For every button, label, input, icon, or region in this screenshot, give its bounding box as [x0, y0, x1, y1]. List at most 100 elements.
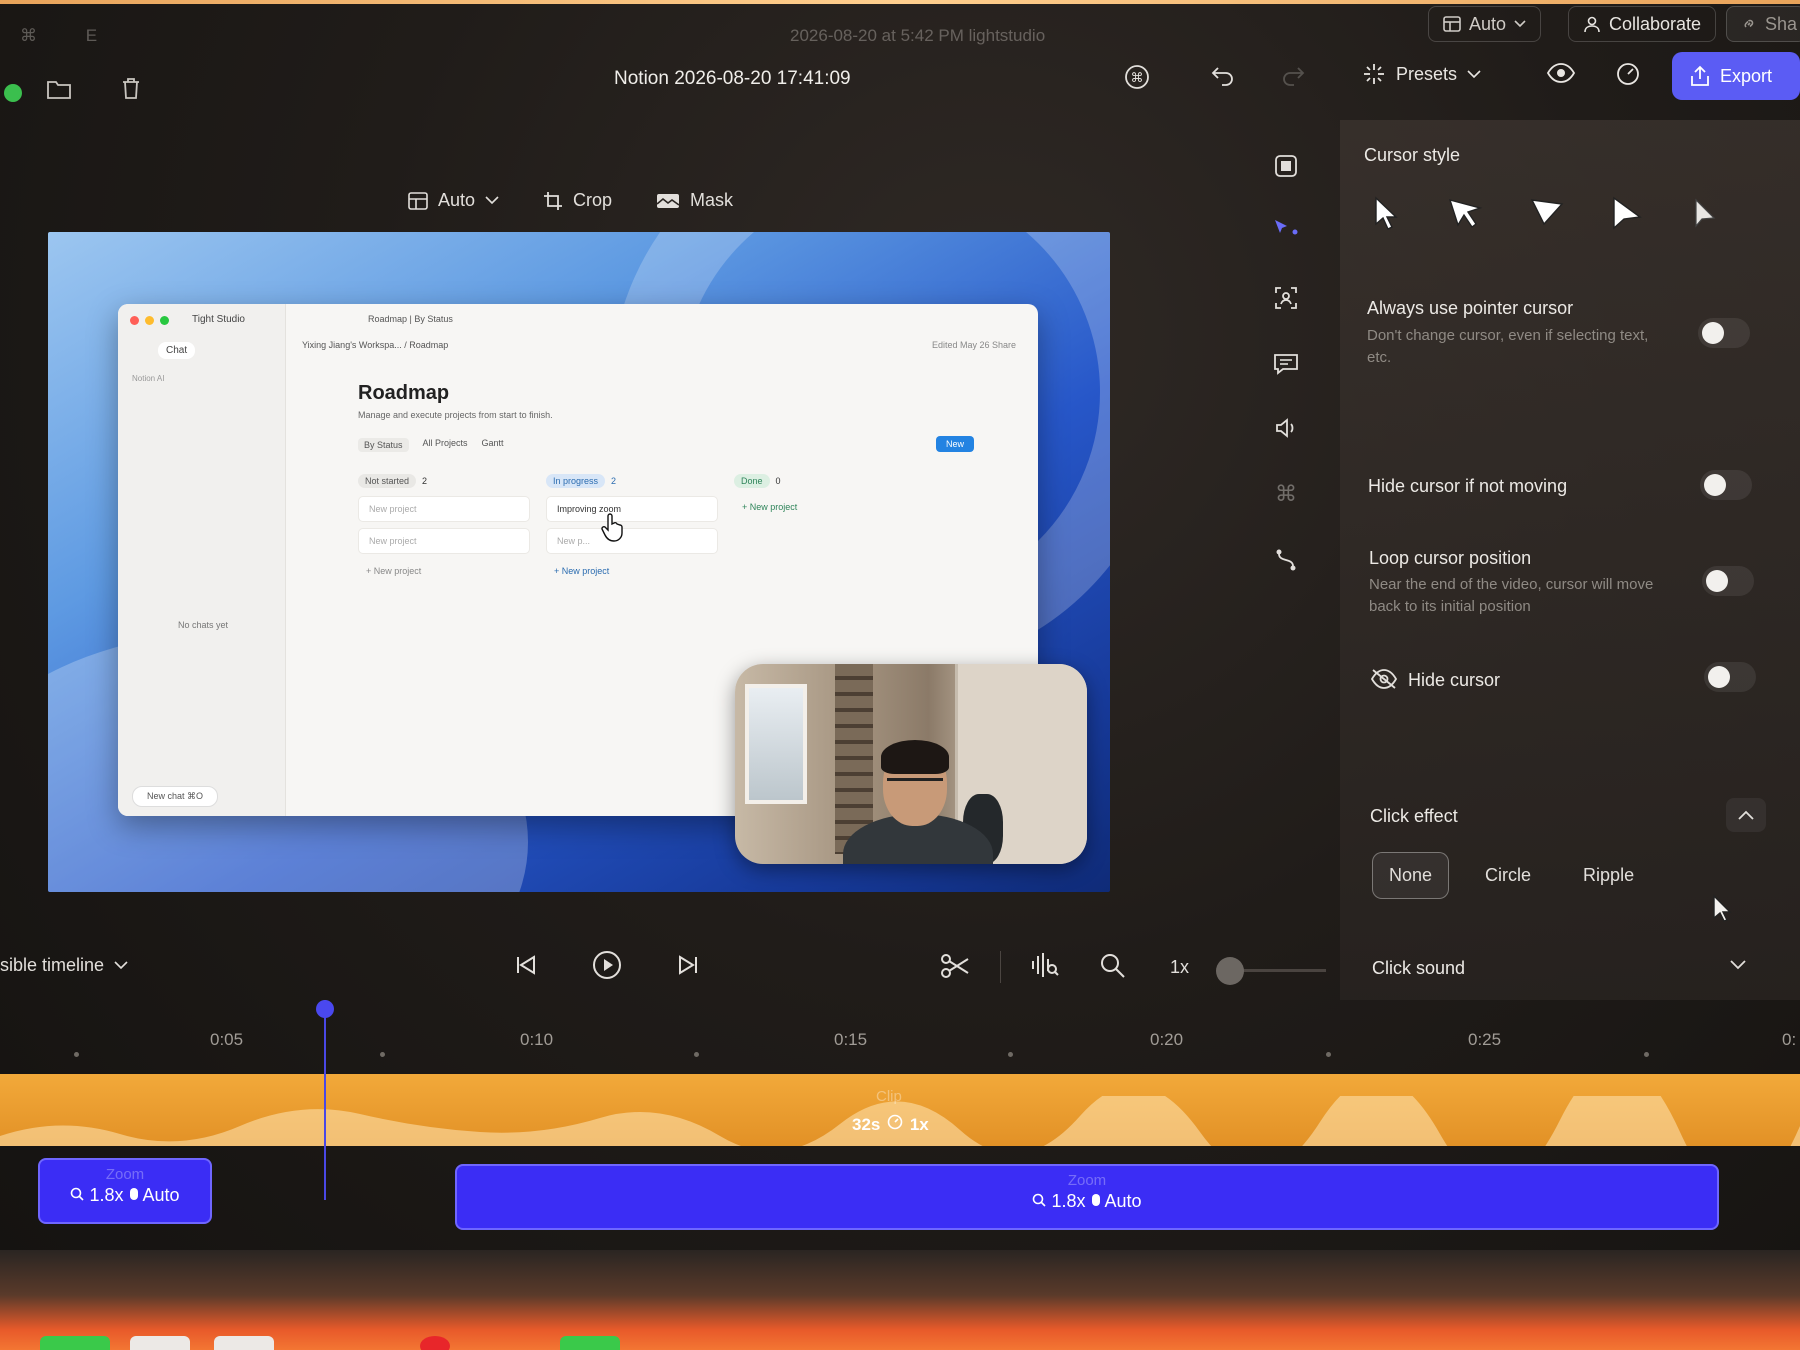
zoom-mode: Auto [142, 1185, 180, 1205]
clip-info: 32s 1x [852, 1114, 929, 1135]
command-key-icon[interactable]: ⌘ [1268, 476, 1304, 512]
roadmap-subtitle: Manage and execute projects from start t… [358, 410, 553, 420]
caption-icon[interactable] [1268, 346, 1304, 382]
presets-dropdown[interactable]: Presets [1362, 62, 1481, 86]
slider-knob[interactable] [1216, 957, 1244, 985]
app-tab-title: Roadmap | By Status [368, 314, 453, 324]
app-sidebar: Tight Studio Chat Notion AI No chats yet… [118, 304, 286, 816]
click-sound-heading: Click sound [1372, 958, 1466, 978]
magnifier-icon [70, 1187, 85, 1201]
redo-icon[interactable] [1280, 64, 1306, 88]
zoom-search-icon[interactable] [1100, 953, 1126, 979]
cursor-icon[interactable] [1268, 212, 1304, 248]
cursor-option-arrow-icon[interactable] [1372, 196, 1402, 232]
playback-speed[interactable]: 1x [1170, 957, 1189, 978]
chevron-down-icon [114, 961, 128, 970]
eye-icon[interactable] [1546, 62, 1576, 84]
column-name: Done [734, 474, 770, 488]
face-frame-icon[interactable] [1268, 280, 1304, 316]
visible-timeline-dropdown[interactable]: sible timeline [0, 955, 128, 976]
webcam-window [745, 684, 807, 804]
cursor-style-options [1372, 196, 1720, 232]
zoom-scale: 1.8x [89, 1185, 124, 1205]
export-button[interactable]: Export [1672, 52, 1800, 100]
aspect-auto-label: Auto [438, 190, 476, 210]
video-preview[interactable]: Tight Studio Chat Notion AI No chats yet… [48, 232, 1110, 892]
clip-speed: 1x [909, 1115, 929, 1134]
crop-label: Crop [573, 190, 613, 210]
edit-tools-bar: Auto Crop Mask [408, 190, 733, 211]
zoom-scale: 1.8x [1051, 1191, 1086, 1211]
effect-option-ripple[interactable]: Ripple [1567, 853, 1650, 898]
presets-label: Presets [1396, 63, 1458, 84]
path-icon[interactable] [1268, 542, 1304, 578]
folder-icon[interactable] [46, 78, 72, 100]
cursor-option-tilted-icon[interactable] [1448, 196, 1484, 232]
timeline-zoom-slider[interactable] [1216, 955, 1326, 985]
playhead-line[interactable] [324, 1000, 326, 1200]
webcam-person-glasses [887, 778, 943, 788]
skip-back-icon[interactable] [514, 953, 538, 977]
share-label: Sha [1765, 13, 1798, 34]
trash-icon[interactable] [120, 76, 142, 100]
board-column: Done 0 + New project [734, 474, 906, 518]
screen: ⌘ E 2026-08-20 at 5:42 PM lightstudio Au… [0, 0, 1800, 1350]
playhead-handle[interactable] [316, 1000, 334, 1018]
ruler-tick: 0:10 [520, 1030, 554, 1049]
crop-icon [543, 191, 563, 211]
crop-button[interactable]: Crop [543, 190, 612, 211]
always-pointer-toggle[interactable] [1698, 318, 1750, 348]
scissors-icon[interactable] [940, 953, 970, 979]
mask-icon [656, 192, 680, 210]
layout-icon [1443, 16, 1461, 32]
ruler-tick: 0:15 [834, 1030, 868, 1049]
no-chats-text: No chats yet [178, 620, 229, 630]
collaborate-button[interactable]: Collaborate [1568, 6, 1717, 42]
skip-forward-icon[interactable] [676, 953, 700, 977]
dock-app [214, 1336, 274, 1350]
eye-off-icon [1370, 668, 1398, 690]
zoom-segment[interactable]: Zoom 1.8x Auto [455, 1164, 1719, 1230]
view-tab: All Projects [422, 438, 468, 448]
zoom-label: Zoom [105, 1166, 145, 1183]
mask-button[interactable]: Mask [656, 190, 733, 211]
chevron-down-icon[interactable] [1730, 960, 1746, 970]
ghost-recording-date: 2026-08-20 at 5:42 PM lightstudio [790, 26, 1046, 45]
app-edited-share: Edited May 26 Share [931, 340, 1016, 350]
cursor-option-bold-icon[interactable] [1610, 196, 1644, 232]
share-button[interactable]: Sha [1726, 6, 1800, 42]
effect-option-circle[interactable]: Circle [1469, 853, 1547, 898]
dock-app [40, 1336, 110, 1350]
gauge-icon[interactable] [1616, 62, 1640, 86]
undo-icon[interactable] [1210, 64, 1236, 88]
zoom-segment[interactable]: Zoom 1.8x Auto [38, 1158, 212, 1224]
add-card: + New project [742, 502, 798, 512]
cursor-option-thin-icon[interactable] [1690, 196, 1720, 232]
chevron-up-icon[interactable] [1726, 798, 1766, 832]
clip-duration: 32s [852, 1115, 881, 1134]
webcam-overlay[interactable] [735, 664, 1087, 864]
zoom-label: Zoom [1067, 1172, 1107, 1189]
status-dot [4, 84, 22, 102]
layout-auto-dropdown[interactable]: Auto [1428, 6, 1542, 42]
command-icon[interactable]: ⌘ [1124, 64, 1150, 90]
audio-analyze-icon[interactable] [1030, 951, 1060, 979]
board-column: In progress 2 Improving zoom New p... + N… [546, 474, 718, 582]
effect-option-none[interactable]: None [1372, 852, 1450, 899]
clip-track[interactable]: Clip 32s 1x [0, 1074, 1800, 1146]
clip-label: Clip [876, 1088, 902, 1105]
hide-not-moving-toggle[interactable] [1700, 470, 1752, 500]
click-effect-options: None Circle Ripple [1372, 852, 1650, 899]
add-card: + New project [554, 566, 610, 576]
play-icon[interactable] [592, 950, 622, 980]
loop-position-toggle[interactable] [1702, 566, 1754, 596]
board-column: Not started 2 New project New project + N… [358, 474, 530, 582]
speaker-icon[interactable] [1268, 410, 1304, 446]
dock-app [560, 1336, 620, 1350]
aspect-auto-dropdown[interactable]: Auto [408, 190, 499, 211]
svg-text:⌘: ⌘ [1275, 482, 1297, 506]
link-icon [1741, 16, 1757, 32]
frame-icon[interactable] [1268, 148, 1304, 184]
hide-cursor-toggle[interactable] [1704, 662, 1756, 692]
cursor-option-triangle-icon[interactable] [1530, 196, 1564, 232]
